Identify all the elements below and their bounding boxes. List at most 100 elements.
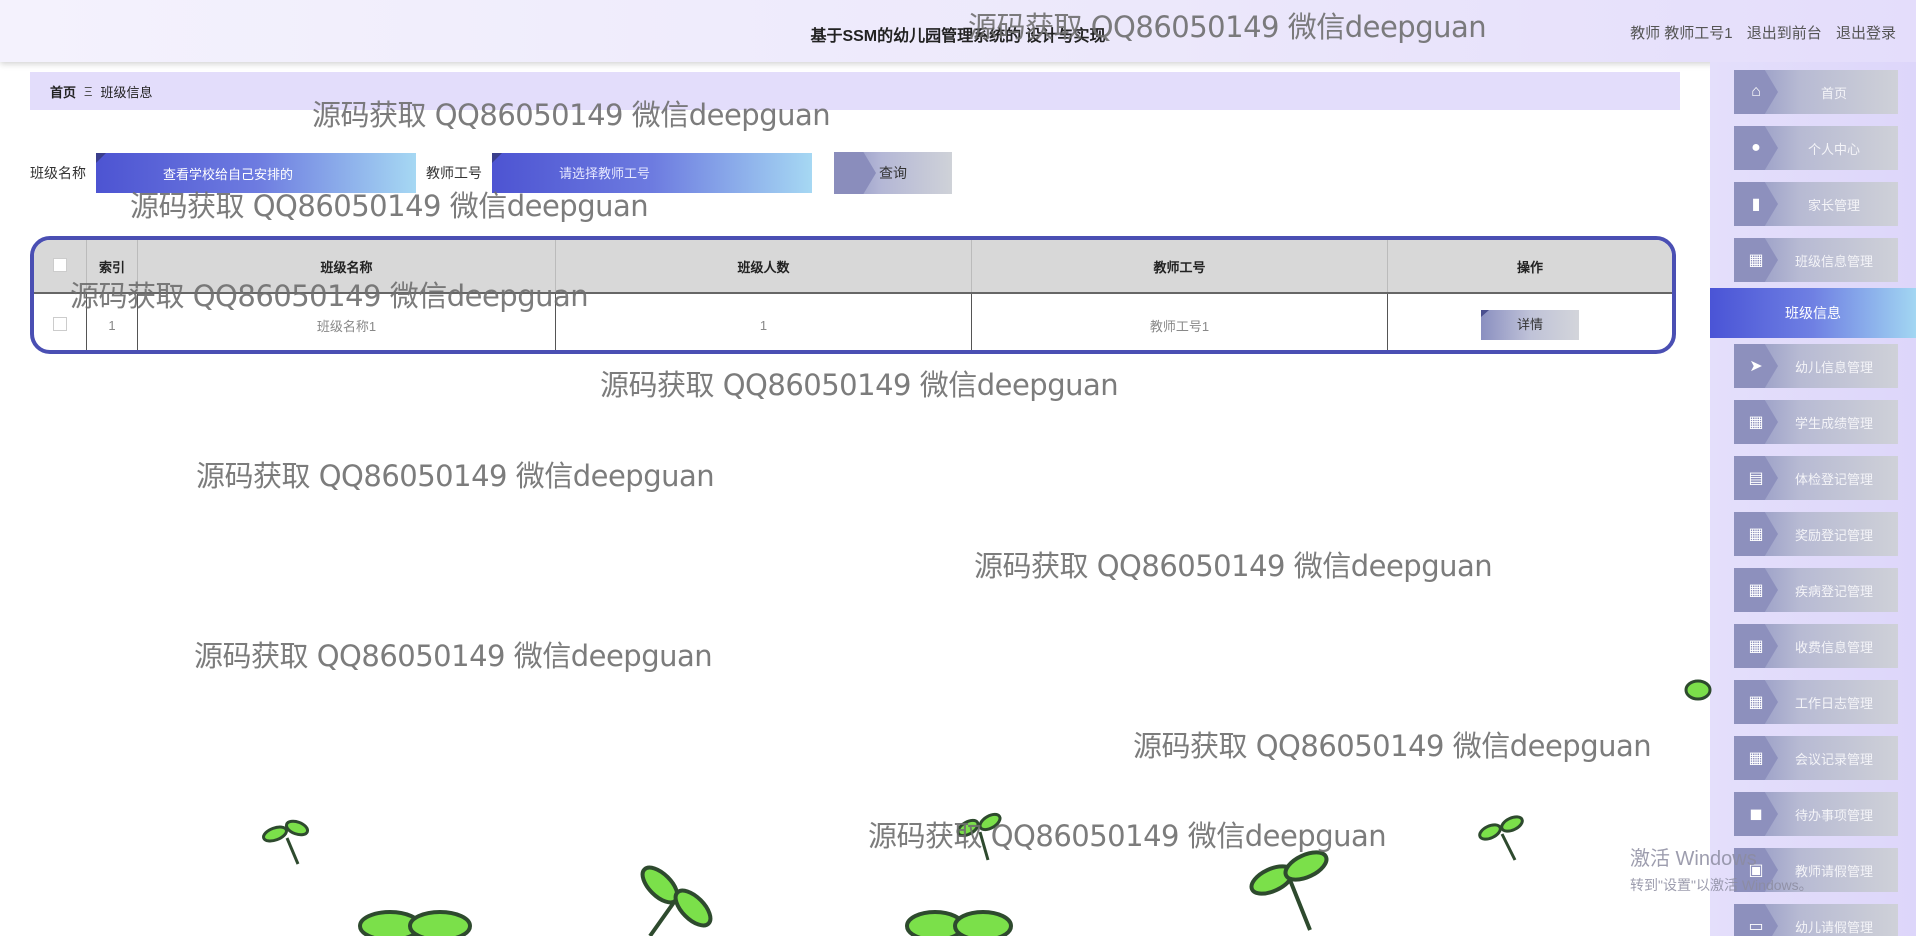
sidebar-item-label: 奖励登记管理 <box>1794 527 1873 543</box>
sidebar-item-label: 工作日志管理 <box>1794 695 1873 711</box>
column-header-class-name: 班级名称 <box>137 240 556 294</box>
sidebar-item-worklog[interactable]: ▦ 工作日志管理 <box>1734 680 1898 724</box>
cell-class-name: 班级名称1 <box>137 293 556 350</box>
class-table-container: 索引 班级名称 班级人数 教师工号 操作 1 班级名称1 1 教师工号1 详情 <box>30 236 1676 354</box>
class-table: 索引 班级名称 班级人数 教师工号 操作 1 班级名称1 1 教师工号1 详情 <box>34 240 1673 350</box>
sidebar-item-todos[interactable]: ◼ 待办事项管理 <box>1734 792 1898 836</box>
column-header-action: 操作 <box>1387 240 1672 294</box>
activation-subtitle: 转到"设置"以激活 Windows。 <box>1630 877 1813 893</box>
back-to-front-link[interactable]: 退出到前台 <box>1747 25 1822 42</box>
grid-icon: ▦ <box>1734 512 1778 556</box>
grid-icon: ▦ <box>1734 736 1778 780</box>
clipboard-icon: ▤ <box>1734 456 1778 500</box>
search-form: 班级名称 教师工号 查询 <box>30 152 952 194</box>
propeller-icon <box>640 865 713 936</box>
watermark-text: 源码获取 QQ86050149 微信deepguan <box>600 368 1119 402</box>
user-icon: ● <box>1734 126 1778 170</box>
sidebar-item-label: 班级信息 <box>1785 305 1841 321</box>
sidebar-item-label: 待办事项管理 <box>1794 807 1873 823</box>
sidebar-item-home[interactable]: ⌂ 首页 <box>1734 70 1898 114</box>
decorative-propellers <box>262 679 1712 936</box>
sidebar-item-rewards[interactable]: ▦ 奖励登记管理 <box>1734 512 1898 556</box>
arrow-icon <box>834 152 876 194</box>
grid-icon: ▦ <box>1734 568 1778 612</box>
class-name-input[interactable] <box>161 164 405 182</box>
grid-icon: ▦ <box>1734 238 1778 282</box>
propeller-icon <box>956 812 1002 861</box>
propeller-icon <box>358 910 472 936</box>
grid-icon: ▦ <box>1734 624 1778 668</box>
propeller-icon <box>905 910 1013 936</box>
row-checkbox[interactable] <box>53 316 67 331</box>
teacher-id-field[interactable] <box>492 153 812 193</box>
teacher-id-input[interactable] <box>557 164 801 182</box>
top-header: 基于SSM的幼儿园管理系统的 设计与实现 教师 教师工号1 退出到前台 退出登录 <box>0 0 1916 62</box>
user-menu: 教师 教师工号1 退出到前台 退出登录 <box>1620 22 1896 43</box>
breadcrumb-current: 班级信息 <box>100 84 153 100</box>
sidebar-item-illness[interactable]: ▦ 疾病登记管理 <box>1734 568 1898 612</box>
class-name-label: 班级名称 <box>30 165 86 181</box>
row-select-cell <box>34 293 87 350</box>
cell-count: 1 <box>555 293 972 350</box>
sidebar-item-label: 个人中心 <box>1807 141 1860 157</box>
paper-plane-icon: ➤ <box>1734 344 1778 388</box>
sidebar-item-meetings[interactable]: ▦ 会议记录管理 <box>1734 736 1898 780</box>
bar-chart-icon: ▮ <box>1734 182 1778 226</box>
column-header-index: 索引 <box>86 240 138 294</box>
sidebar-item-label: 体检登记管理 <box>1794 471 1873 487</box>
monitor-icon: ▭ <box>1734 904 1778 936</box>
sidebar-item-label: 幼儿请假管理 <box>1794 919 1873 935</box>
column-header-count: 班级人数 <box>555 240 972 294</box>
cell-action: 详情 <box>1388 293 1673 350</box>
home-icon: ⌂ <box>1734 70 1778 114</box>
sidebar-item-grades[interactable]: ▦ 学生成绩管理 <box>1734 400 1898 444</box>
sidebar-item-label: 家长管理 <box>1807 197 1860 213</box>
grid-icon: ▦ <box>1734 400 1778 444</box>
select-all-checkbox[interactable] <box>53 257 67 272</box>
sidebar-item-label: 幼儿信息管理 <box>1794 359 1873 375</box>
current-user: 教师 教师工号1 <box>1630 25 1733 42</box>
class-name-field[interactable] <box>96 153 416 193</box>
watermark-text: 源码获取 QQ86050149 微信deepguan <box>1133 729 1652 763</box>
watermark-text: 源码获取 QQ86050149 微信deepguan <box>974 549 1493 583</box>
sidebar-item-label: 收费信息管理 <box>1794 639 1873 655</box>
propeller-icon <box>1684 679 1712 701</box>
watermark-text: 源码获取 QQ86050149 微信deepguan <box>196 459 715 493</box>
sidebar-item-class-info[interactable]: 班级信息 <box>1710 288 1916 338</box>
sidebar-item-fees[interactable]: ▦ 收费信息管理 <box>1734 624 1898 668</box>
propeller-icon <box>1249 850 1329 931</box>
briefcase-icon: ◼ <box>1734 792 1778 836</box>
column-header-teacher-id: 教师工号 <box>971 240 1388 294</box>
sidebar-item-profile[interactable]: ● 个人中心 <box>1734 126 1898 170</box>
table-header-row: 索引 班级名称 班级人数 教师工号 操作 <box>34 240 1672 294</box>
breadcrumb-home[interactable]: 首页 <box>50 82 76 101</box>
detail-button[interactable]: 详情 <box>1481 310 1579 340</box>
sidebar-item-child-leave[interactable]: ▭ 幼儿请假管理 <box>1734 904 1898 936</box>
sidebar: ⌂ 首页 ● 个人中心 ▮ 家长管理 ▦ 班级信息管理 班级信息 ➤ 幼儿信息管… <box>1710 62 1916 936</box>
grid-icon: ▦ <box>1734 680 1778 724</box>
sidebar-item-parents[interactable]: ▮ 家长管理 <box>1734 182 1898 226</box>
sidebar-item-class-manage[interactable]: ▦ 班级信息管理 <box>1734 238 1898 282</box>
teacher-id-label: 教师工号 <box>426 165 482 181</box>
cell-index: 1 <box>86 293 138 350</box>
sidebar-item-label: 疾病登记管理 <box>1794 583 1873 599</box>
breadcrumb: 首页 Ξ 班级信息 <box>30 72 1680 110</box>
sidebar-item-label: 学生成绩管理 <box>1794 415 1873 431</box>
cell-teacher-id: 教师工号1 <box>971 293 1388 350</box>
sidebar-item-label: 会议记录管理 <box>1794 751 1873 767</box>
logout-link[interactable]: 退出登录 <box>1836 25 1896 42</box>
propeller-icon <box>1478 815 1524 861</box>
propeller-icon <box>262 819 310 865</box>
select-all-header <box>34 240 87 294</box>
watermark-text: 源码获取 QQ86050149 微信deepguan <box>868 819 1387 853</box>
sidebar-item-physical[interactable]: ▤ 体检登记管理 <box>1734 456 1898 500</box>
watermark-text: 源码获取 QQ86050149 微信deepguan <box>194 639 713 673</box>
sidebar-item-label: 班级信息管理 <box>1794 253 1873 269</box>
table-row: 1 班级名称1 1 教师工号1 详情 <box>34 293 1673 350</box>
sidebar-item-label: 首页 <box>1820 85 1847 101</box>
windows-activation-notice: 激活 Windows 转到"设置"以激活 Windows。 <box>1630 842 1813 895</box>
activation-title: 激活 Windows <box>1630 848 1757 870</box>
query-button-label: 查询 <box>879 165 907 181</box>
query-button[interactable]: 查询 <box>834 152 952 194</box>
sidebar-item-children[interactable]: ➤ 幼儿信息管理 <box>1734 344 1898 388</box>
